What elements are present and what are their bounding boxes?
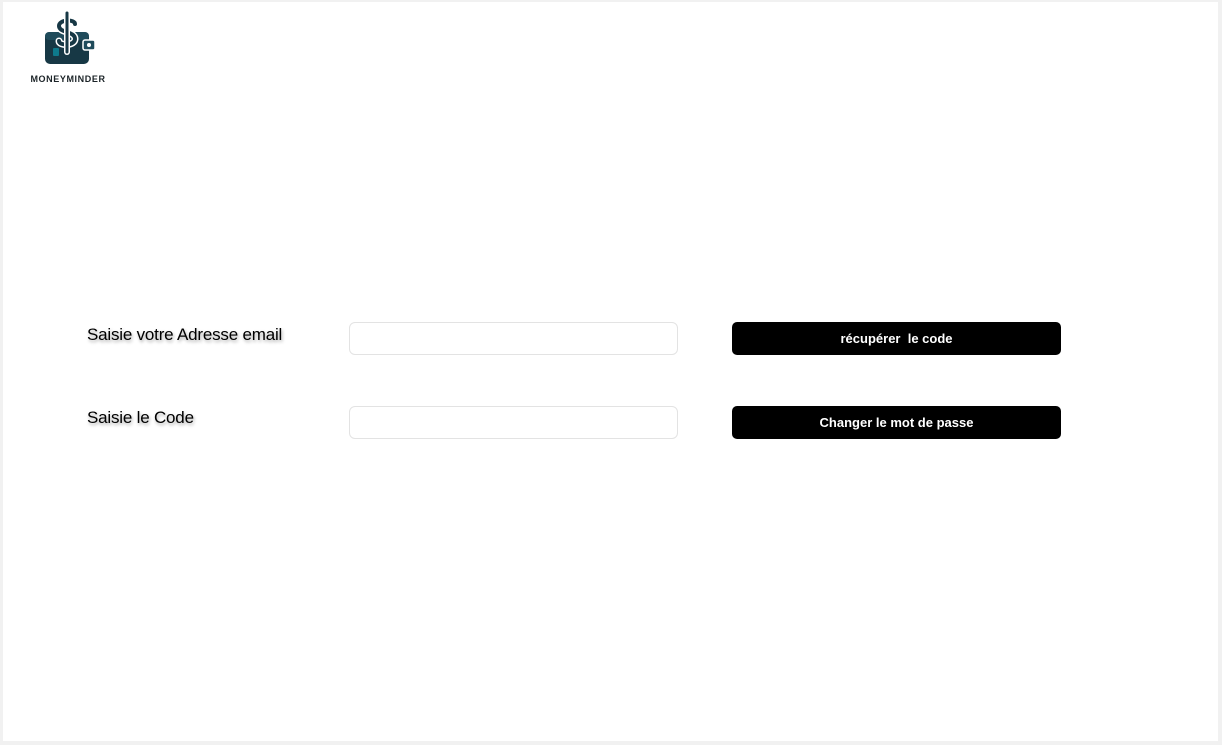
code-input[interactable]: [349, 406, 678, 439]
money-bag-dollar-icon: [45, 10, 96, 64]
logo: MONEYMINDER: [27, 10, 115, 86]
change-password-button[interactable]: Changer le mot de passe: [732, 406, 1061, 439]
get-code-button[interactable]: récupérer le code: [732, 322, 1061, 355]
brand-name: MONEYMINDER: [30, 74, 106, 84]
page-container: MONEYMINDER Saisie votre Adresse email r…: [3, 2, 1218, 741]
code-label: Saisie le Code: [87, 408, 194, 427]
email-input[interactable]: [349, 322, 678, 355]
email-label: Saisie votre Adresse email: [87, 325, 283, 344]
